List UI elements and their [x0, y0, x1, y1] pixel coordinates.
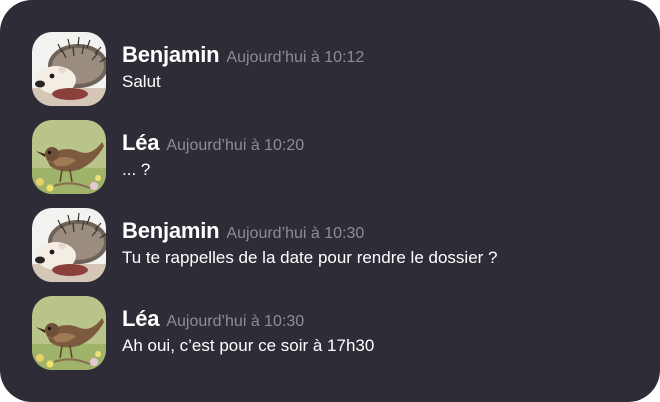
message-header: Benjamin Aujourd’hui à 10:12 [122, 42, 364, 68]
message-content: Léa Aujourd’hui à 10:30 Ah oui, c’est po… [122, 296, 374, 356]
bird-icon [32, 296, 106, 370]
message-timestamp: Aujourd’hui à 10:12 [226, 49, 365, 66]
message-header: Léa Aujourd’hui à 10:30 [122, 306, 374, 332]
message-text: Ah oui, c’est pour ce soir à 17h30 [122, 336, 375, 355]
bird-avatar[interactable] [32, 120, 106, 194]
message-timestamp: Aujourd’hui à 10:30 [166, 313, 305, 330]
message-timestamp: Aujourd’hui à 10:20 [166, 137, 305, 154]
message-text: Tu te rappelles de la date pour rendre l… [122, 248, 498, 267]
author-name[interactable]: Léa [122, 306, 160, 332]
message-text: Salut [122, 72, 161, 91]
chat-message: Léa Aujourd’hui à 10:20 ... ? [32, 120, 660, 208]
message-header: Léa Aujourd’hui à 10:20 [122, 130, 304, 156]
message-content: Benjamin Aujourd’hui à 10:12 Salut [122, 32, 364, 92]
chat-panel: Benjamin Aujourd’hui à 10:12 Salut Léa A… [0, 0, 660, 402]
message-content: Léa Aujourd’hui à 10:20 ... ? [122, 120, 304, 180]
message-header: Benjamin Aujourd’hui à 10:30 [122, 218, 498, 244]
bird-avatar[interactable] [32, 296, 106, 370]
hedgehog-avatar[interactable] [32, 208, 106, 282]
hedgehog-icon [32, 208, 106, 282]
author-name[interactable]: Benjamin [122, 218, 220, 244]
chat-message: Benjamin Aujourd’hui à 10:30 Tu te rappe… [32, 208, 660, 296]
chat-message: Benjamin Aujourd’hui à 10:12 Salut [32, 32, 660, 120]
message-content: Benjamin Aujourd’hui à 10:30 Tu te rappe… [122, 208, 498, 268]
message-text: ... ? [122, 160, 151, 179]
message-timestamp: Aujourd’hui à 10:30 [226, 225, 365, 242]
bird-icon [32, 120, 106, 194]
author-name[interactable]: Léa [122, 130, 160, 156]
chat-message: Léa Aujourd’hui à 10:30 Ah oui, c’est po… [32, 296, 660, 384]
hedgehog-avatar[interactable] [32, 32, 106, 106]
hedgehog-icon [32, 32, 106, 106]
author-name[interactable]: Benjamin [122, 42, 220, 68]
